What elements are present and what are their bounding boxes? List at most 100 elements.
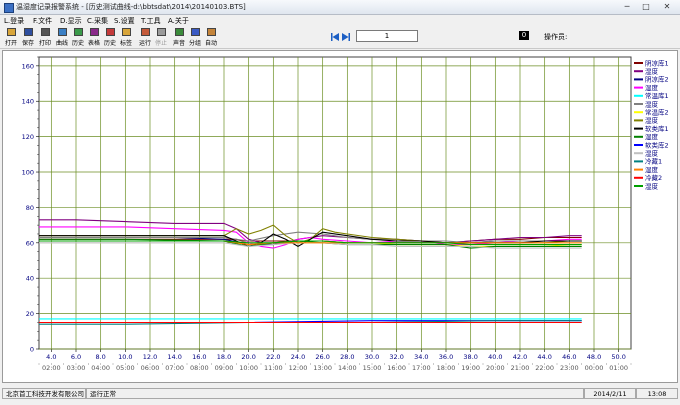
close-button[interactable]: ✕: [656, 1, 678, 12]
x-tick-label: 6.0: [71, 353, 81, 361]
curve-icon: [58, 28, 67, 36]
history-curve-button[interactable]: 历史: [70, 27, 86, 47]
x-tick-label: 14.0: [167, 353, 181, 361]
y-tick-label: 0: [30, 346, 34, 354]
time-tick-label: 06:00: [141, 364, 160, 372]
legend-label: 阴凉库2: [645, 75, 669, 84]
time-tick-label: 16:00: [387, 364, 406, 372]
time-tick-label: 18:00: [437, 364, 456, 372]
nav-first-icon[interactable]: [331, 33, 339, 41]
menu-login[interactable]: L.登录: [4, 16, 24, 26]
x-tick-label: 4.0: [46, 353, 56, 361]
legend-label: 常温库1: [645, 91, 669, 100]
x-tick-label: 46.0: [562, 353, 576, 361]
tag-button[interactable]: 标签: [118, 27, 134, 47]
status-date: 2014/2/11: [584, 388, 636, 399]
time-tick-label: 05:00: [116, 364, 135, 372]
time-tick-label: 23:00: [560, 364, 579, 372]
folder-open-icon: [7, 28, 16, 36]
run-icon: [141, 28, 150, 36]
legend-label: 冷藏2: [645, 173, 662, 182]
x-tick-label: 18.0: [217, 353, 231, 361]
x-tick-label: 22.0: [266, 353, 280, 361]
x-tick-label: 8.0: [95, 353, 105, 361]
curve-button[interactable]: 曲线: [54, 27, 70, 47]
status-bar: 北京首工科技开发有限公司 运行正常 2014/2/11 13:08: [0, 387, 680, 401]
time-tick-label: 09:00: [215, 364, 234, 372]
tag-icon: [122, 28, 131, 36]
x-tick-label: 32.0: [389, 353, 403, 361]
x-tick-label: 38.0: [463, 353, 477, 361]
save-button[interactable]: 保存: [20, 27, 36, 47]
legend-label: 湿度: [645, 116, 659, 125]
toolbar: 打开 保存 打印 曲线 历史 表格 历史 标签 运行 停止 声音 分组 自动: [0, 26, 680, 49]
auto-button[interactable]: 自动: [203, 27, 219, 47]
time-tick-label: 22:00: [535, 364, 554, 372]
table-button[interactable]: 表格: [86, 27, 102, 47]
x-tick-label: 40.0: [488, 353, 502, 361]
x-tick-label: 50.0: [611, 353, 625, 361]
open-button[interactable]: 打开: [3, 27, 19, 47]
x-tick-label: 28.0: [340, 353, 354, 361]
printer-icon: [41, 28, 50, 36]
table-icon: [90, 28, 99, 36]
sound-button[interactable]: 声音: [171, 27, 187, 47]
time-tick-label: 13:00: [313, 364, 332, 372]
minimize-button[interactable]: ─: [618, 1, 636, 12]
status-state: 运行正常: [86, 388, 584, 399]
y-tick-label: 80: [26, 204, 34, 212]
legend-label: 湿度: [645, 67, 659, 76]
history-table-icon: [106, 28, 115, 36]
menu-tools[interactable]: T.工具: [141, 16, 161, 26]
time-tick-label: 14:00: [338, 364, 357, 372]
title-bar[interactable]: 温湿度记录报警系统 - [历史测试曲线-d:\bbtsdat\2014\2014…: [0, 0, 680, 15]
app-icon: [4, 3, 14, 13]
y-tick-label: 100: [22, 169, 34, 177]
history-icon: [74, 28, 83, 36]
y-tick-label: 160: [22, 62, 34, 70]
time-tick-label: 01:00: [609, 364, 628, 372]
time-tick-label: 08:00: [190, 364, 209, 372]
legend-label: 软类库1: [645, 124, 669, 133]
menu-display[interactable]: D.显示: [60, 16, 82, 26]
time-tick-label: 11:00: [264, 364, 283, 372]
legend-label: 冷藏1: [645, 157, 662, 166]
legend-label: 常温库2: [645, 108, 669, 117]
print-button[interactable]: 打印: [37, 27, 53, 47]
menu-about[interactable]: A.关于: [168, 16, 189, 26]
run-button[interactable]: 运行: [137, 27, 153, 47]
legend-label: 湿度: [645, 132, 659, 141]
y-tick-label: 120: [22, 133, 34, 141]
group-button[interactable]: 分组: [187, 27, 203, 47]
time-tick-label: 03:00: [67, 364, 86, 372]
nav-last-icon[interactable]: [342, 33, 350, 41]
menu-settings[interactable]: S.设置: [114, 16, 135, 26]
x-tick-label: 16.0: [192, 353, 206, 361]
sound-icon: [175, 28, 184, 36]
time-tick-label: 07:00: [165, 364, 184, 372]
x-tick-label: 30.0: [365, 353, 379, 361]
operator-label: 操作员:: [544, 33, 568, 41]
time-tick-label: 15:00: [363, 364, 382, 372]
x-tick-label: 48.0: [587, 353, 601, 361]
legend-label: 湿度: [645, 181, 659, 190]
menu-file[interactable]: F.文件: [33, 16, 52, 26]
maximize-button[interactable]: □: [637, 1, 655, 12]
stop-icon: [157, 28, 166, 36]
time-tick-label: 12:00: [289, 364, 308, 372]
time-tick-label: 02:00: [42, 364, 61, 372]
time-tick-label: 21:00: [511, 364, 530, 372]
x-tick-label: 34.0: [414, 353, 428, 361]
x-tick-label: 24.0: [291, 353, 305, 361]
x-tick-label: 20.0: [241, 353, 255, 361]
menu-collect[interactable]: C.采集: [87, 16, 108, 26]
auto-icon: [207, 28, 216, 36]
x-tick-label: 36.0: [439, 353, 453, 361]
page-number-field[interactable]: 1: [356, 30, 418, 42]
count-display: 0: [519, 31, 529, 40]
history-table-button[interactable]: 历史: [102, 27, 118, 47]
stop-button: 停止: [153, 27, 169, 47]
menu-bar: L.登录 F.文件 D.显示 C.采集 S.设置 T.工具 A.关于: [0, 15, 680, 25]
x-tick-label: 42.0: [513, 353, 527, 361]
legend-label: 软类库2: [645, 140, 669, 149]
